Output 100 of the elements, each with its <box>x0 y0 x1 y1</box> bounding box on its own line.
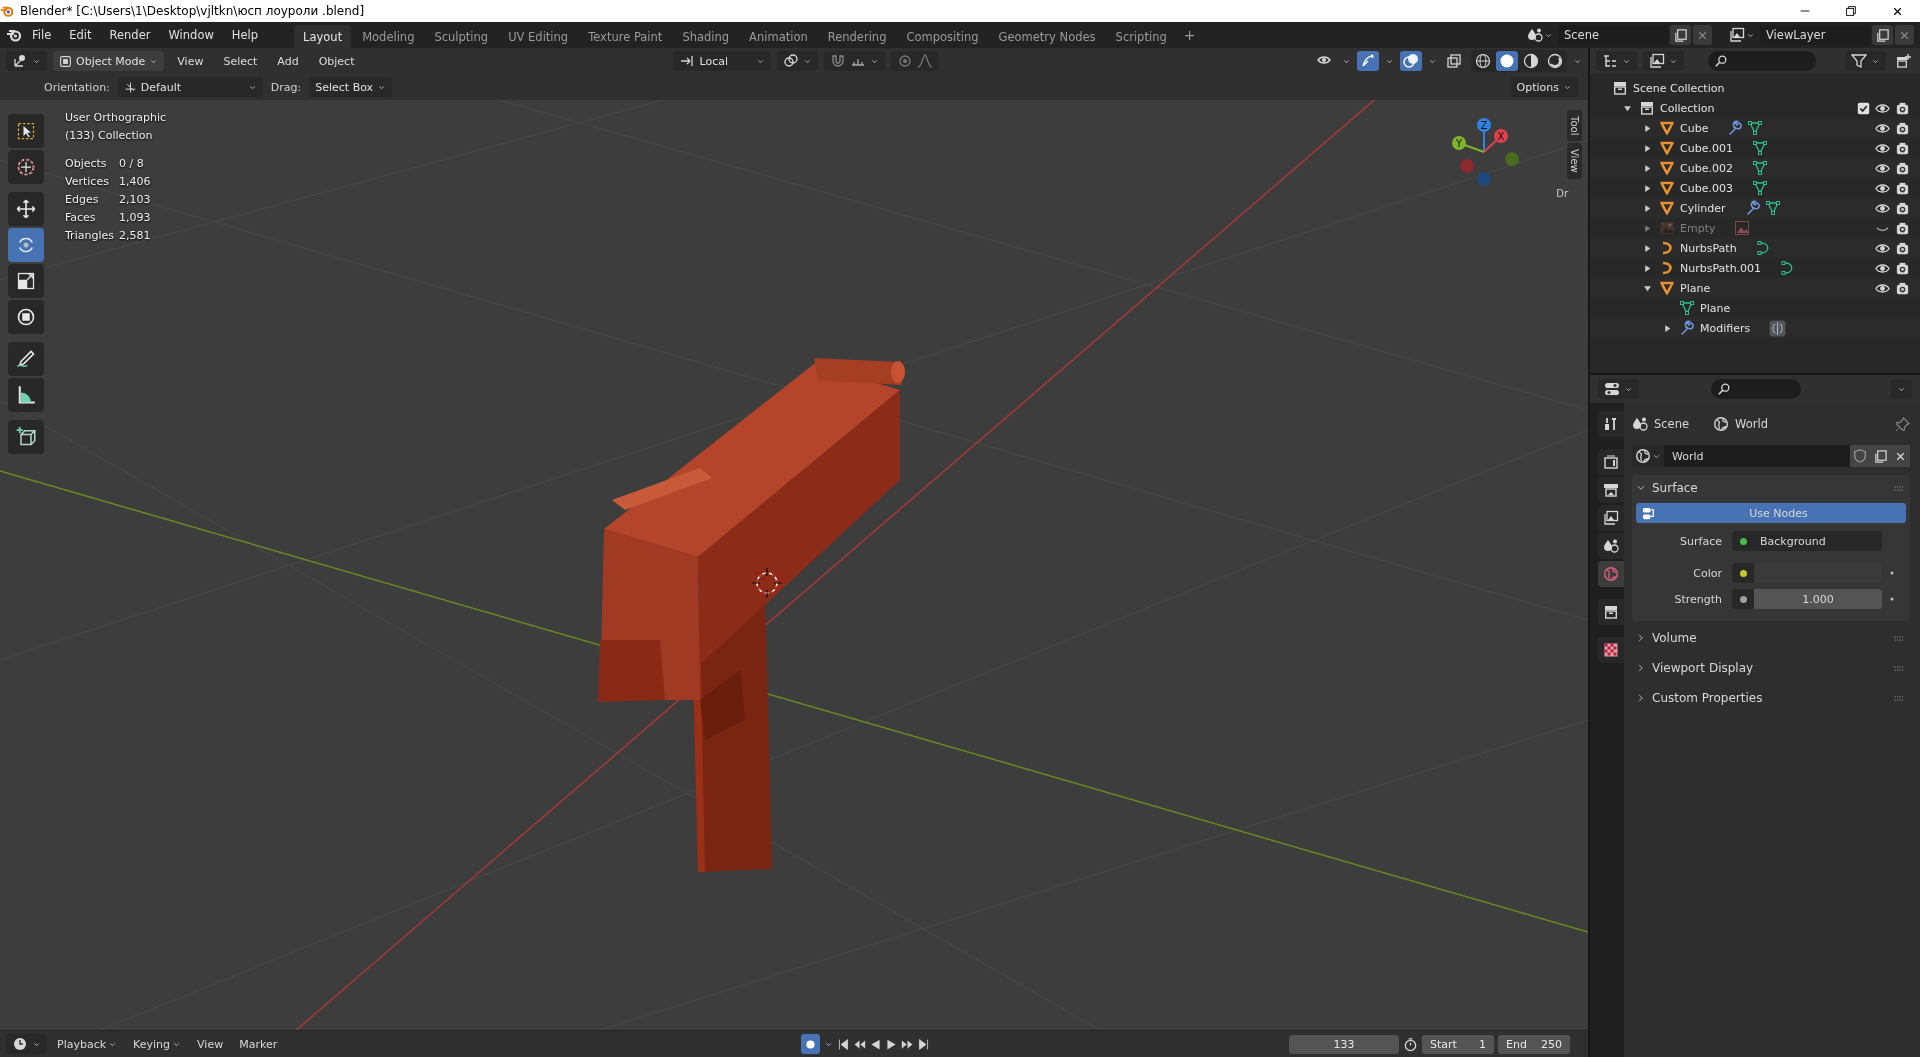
menu-item[interactable]: Object <box>311 52 362 70</box>
pin-icon[interactable] <box>1895 416 1910 432</box>
camera-icon[interactable] <box>1895 140 1910 156</box>
display-mode-dropdown[interactable] <box>1643 51 1684 71</box>
panel-header[interactable]: Custom Properties <box>1632 685 1910 711</box>
editor-type-dropdown[interactable] <box>6 51 47 71</box>
expand-arrow-icon[interactable] <box>1642 183 1652 193</box>
restore-icon[interactable] <box>1844 4 1858 18</box>
copy-icon[interactable] <box>1673 27 1688 43</box>
workspace-tab[interactable]: Rendering <box>818 25 896 49</box>
menu-item[interactable]: Window <box>160 25 222 45</box>
expand-arrow-icon[interactable] <box>1642 243 1652 253</box>
search-field[interactable] <box>1711 379 1801 399</box>
orientation-dropdown[interactable]: Default <box>117 77 263 97</box>
drag-dropdown[interactable]: Select Box <box>309 77 393 97</box>
overlays-toggle[interactable] <box>1400 51 1422 71</box>
mode-dropdown[interactable]: Object Mode <box>53 51 165 71</box>
camera-icon[interactable] <box>1895 260 1910 276</box>
camera-icon[interactable] <box>1895 200 1910 216</box>
world-name-field[interactable]: World <box>1664 445 1850 467</box>
menu-item[interactable]: Marker <box>233 1035 284 1053</box>
menu-item[interactable]: Playback <box>51 1035 124 1053</box>
expand-arrow-icon[interactable] <box>1642 283 1652 293</box>
expand-arrow-icon[interactable] <box>1662 323 1672 333</box>
camera-icon[interactable] <box>1895 120 1910 136</box>
workspace-tab[interactable]: Sculpting <box>425 25 498 49</box>
menu-item[interactable]: View <box>191 1035 230 1053</box>
play-icon[interactable] <box>885 1037 899 1051</box>
search-field[interactable] <box>1708 51 1816 71</box>
outliner-row[interactable]: NurbsPath.001 <box>1590 258 1920 278</box>
menu-item[interactable]: File <box>24 25 60 45</box>
properties-tab[interactable] <box>1598 449 1624 475</box>
copy-icon[interactable] <box>1872 448 1888 464</box>
camera-icon[interactable] <box>1895 160 1910 176</box>
menu-item[interactable]: Add <box>270 52 306 70</box>
outliner-row[interactable]: Plane <box>1590 298 1920 318</box>
menu-item[interactable]: Help <box>223 25 267 45</box>
add-workspace-button[interactable]: + <box>1177 24 1202 46</box>
tool-button[interactable] <box>8 342 44 376</box>
tool-button[interactable] <box>8 378 44 412</box>
menu-item[interactable]: Keying <box>127 1035 188 1053</box>
workspace-tab[interactable]: UV Editing <box>499 25 578 49</box>
workspace-tab[interactable]: Modeling <box>353 25 424 49</box>
workspace-tab[interactable]: Shading <box>673 25 739 49</box>
prev-keyframe-icon[interactable] <box>853 1037 867 1051</box>
expand-arrow-icon[interactable] <box>1642 163 1652 173</box>
gizmo-axis-button[interactable]: Y <box>1452 136 1485 153</box>
shading-button[interactable] <box>1496 51 1518 71</box>
checkbox[interactable] <box>1857 101 1870 115</box>
panel-header[interactable]: Viewport Display <box>1632 655 1910 681</box>
sidebar-tab[interactable]: View <box>1567 143 1582 180</box>
outliner-row[interactable]: Collection <box>1590 98 1920 118</box>
properties-tab[interactable] <box>1598 533 1624 559</box>
editor-type-dropdown[interactable] <box>1598 379 1639 399</box>
proportional-dropdown[interactable] <box>891 51 939 71</box>
properties-tab[interactable] <box>1598 505 1624 531</box>
snapping-dropdown[interactable] <box>824 51 885 71</box>
jump-end-icon[interactable] <box>917 1037 931 1051</box>
scene-field[interactable]: Scene <box>1558 25 1668 45</box>
tool-button[interactable] <box>8 192 44 226</box>
tool-button[interactable] <box>8 300 44 334</box>
menu-item[interactable]: Edit <box>61 25 100 45</box>
workspace-tab[interactable]: Animation <box>740 25 817 49</box>
use-nodes-button[interactable]: Use Nodes <box>1636 503 1906 523</box>
workspace-tab[interactable]: Texture Paint <box>579 25 672 49</box>
expand-arrow-icon[interactable] <box>1642 203 1652 213</box>
frame-field[interactable]: 133 <box>1289 1034 1399 1054</box>
sidebar-tab[interactable]: Tool <box>1567 110 1582 142</box>
properties-tab[interactable] <box>1598 477 1624 503</box>
camera-icon[interactable] <box>1895 280 1910 296</box>
camera-icon[interactable] <box>1895 240 1910 256</box>
menu-item[interactable]: Render <box>101 25 159 45</box>
breadcrumb-item[interactable]: Scene <box>1654 417 1690 431</box>
options-dropdown[interactable]: Options <box>1510 77 1578 97</box>
stopwatch-icon[interactable] <box>1403 1036 1418 1052</box>
shield-icon[interactable] <box>1853 449 1867 463</box>
editor-type-dropdown[interactable] <box>6 1034 47 1054</box>
gizmo-axis-button[interactable]: Z <box>1477 118 1491 153</box>
orientation-dropdown[interactable]: Local <box>673 51 771 71</box>
workspace-tab[interactable]: Geometry Nodes <box>989 25 1105 49</box>
filter-dropdown[interactable] <box>1845 51 1886 71</box>
expand-arrow-icon[interactable] <box>1622 103 1632 113</box>
tool-button[interactable] <box>8 150 44 184</box>
expand-arrow-icon[interactable] <box>1642 123 1652 133</box>
properties-tab[interactable] <box>1598 411 1624 437</box>
menu-item[interactable]: Select <box>216 52 265 70</box>
number-field[interactable]: 1.000 <box>1732 589 1882 609</box>
gizmos-toggle[interactable] <box>1357 51 1379 71</box>
workspace-tab[interactable]: Compositing <box>897 25 988 49</box>
record-button[interactable] <box>801 1034 821 1054</box>
gizmo-axis-button[interactable]: X <box>1483 129 1508 153</box>
properties-tab[interactable] <box>1598 637 1624 663</box>
end-frame-field[interactable]: End 250 <box>1498 1034 1570 1054</box>
tool-button[interactable] <box>8 264 44 298</box>
camera-icon[interactable] <box>1895 100 1910 116</box>
color-field[interactable] <box>1732 563 1882 583</box>
camera-icon[interactable] <box>1895 180 1910 196</box>
start-frame-field[interactable]: Start 1 <box>1422 1034 1494 1054</box>
menu-item[interactable]: View <box>170 52 211 70</box>
panel-header[interactable]: Volume <box>1632 625 1910 651</box>
